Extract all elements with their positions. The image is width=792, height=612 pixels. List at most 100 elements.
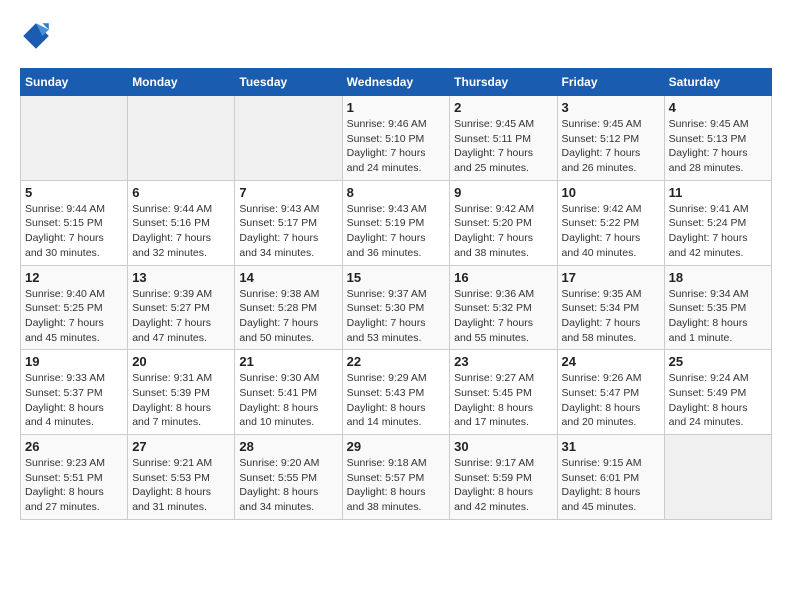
calendar-cell xyxy=(128,96,235,181)
calendar-cell: 13Sunrise: 9:39 AM Sunset: 5:27 PM Dayli… xyxy=(128,265,235,350)
calendar-week-row: 12Sunrise: 9:40 AM Sunset: 5:25 PM Dayli… xyxy=(21,265,772,350)
day-info: Sunrise: 9:17 AM Sunset: 5:59 PM Dayligh… xyxy=(454,456,552,515)
weekday-header: Tuesday xyxy=(235,69,342,96)
weekday-header: Monday xyxy=(128,69,235,96)
day-info: Sunrise: 9:44 AM Sunset: 5:15 PM Dayligh… xyxy=(25,202,123,261)
day-number: 29 xyxy=(347,439,446,454)
day-number: 15 xyxy=(347,270,446,285)
weekday-header: Wednesday xyxy=(342,69,450,96)
calendar-cell: 23 Sunrise: 9:27 AM Sunset: 5:45 PM Dayli… xyxy=(450,350,557,435)
calendar-cell: 4Sunrise: 9:45 AM Sunset: 5:13 PM Daylig… xyxy=(664,96,771,181)
day-number: 17 xyxy=(562,270,660,285)
day-number: 28 xyxy=(239,439,337,454)
day-info: Sunrise: 9:46 AM Sunset: 5:10 PM Dayligh… xyxy=(347,117,446,176)
calendar-cell: 16Sunrise: 9:36 AM Sunset: 5:32 PM Dayli… xyxy=(450,265,557,350)
day-number: 7 xyxy=(239,185,337,200)
calendar-cell: 14Sunrise: 9:38 AM Sunset: 5:28 PM Dayli… xyxy=(235,265,342,350)
calendar-cell: 20Sunrise: 9:31 AM Sunset: 5:39 PM Dayli… xyxy=(128,350,235,435)
calendar-table: SundayMondayTuesdayWednesdayThursdayFrid… xyxy=(20,68,772,520)
day-info: Sunrise: 9:21 AM Sunset: 5:53 PM Dayligh… xyxy=(132,456,230,515)
calendar-cell: 29 Sunrise: 9:18 AM Sunset: 5:57 PM Dayli… xyxy=(342,435,450,520)
day-number: 20 xyxy=(132,354,230,369)
weekday-header: Saturday xyxy=(664,69,771,96)
day-info: Sunrise: 9:30 AM Sunset: 5:41 PM Dayligh… xyxy=(239,371,337,430)
day-number: 14 xyxy=(239,270,337,285)
weekday-header: Thursday xyxy=(450,69,557,96)
day-info: Sunrise: 9:44 AM Sunset: 5:16 PM Dayligh… xyxy=(132,202,230,261)
day-info: Sunrise: 9:43 AM Sunset: 5:17 PM Dayligh… xyxy=(239,202,337,261)
page-header xyxy=(20,20,772,52)
day-info: Sunrise: 9:40 AM Sunset: 5:25 PM Dayligh… xyxy=(25,287,123,346)
calendar-cell: 12Sunrise: 9:40 AM Sunset: 5:25 PM Dayli… xyxy=(21,265,128,350)
day-number: 26 xyxy=(25,439,123,454)
calendar-cell: 10 Sunrise: 9:42 AM Sunset: 5:22 PM Dayli… xyxy=(557,180,664,265)
day-number: 5 xyxy=(25,185,123,200)
day-info: Sunrise: 9:26 AM Sunset: 5:47 PM Dayligh… xyxy=(562,371,660,430)
day-info: Sunrise: 9:43 AM Sunset: 5:19 PM Dayligh… xyxy=(347,202,446,261)
weekday-header: Sunday xyxy=(21,69,128,96)
calendar-cell: 8 Sunrise: 9:43 AM Sunset: 5:19 PM Daylig… xyxy=(342,180,450,265)
calendar-cell: 11 Sunrise: 9:41 AM Sunset: 5:24 PM Dayli… xyxy=(664,180,771,265)
calendar-cell: 30 Sunrise: 9:17 AM Sunset: 5:59 PM Dayli… xyxy=(450,435,557,520)
day-number: 30 xyxy=(454,439,552,454)
logo xyxy=(20,20,56,52)
logo-icon xyxy=(20,20,52,52)
day-number: 8 xyxy=(347,185,446,200)
day-number: 21 xyxy=(239,354,337,369)
calendar-cell: 7 Sunrise: 9:43 AM Sunset: 5:17 PM Daylig… xyxy=(235,180,342,265)
day-info: Sunrise: 9:23 AM Sunset: 5:51 PM Dayligh… xyxy=(25,456,123,515)
weekday-header: Friday xyxy=(557,69,664,96)
calendar-cell: 22Sunrise: 9:29 AM Sunset: 5:43 PM Dayli… xyxy=(342,350,450,435)
day-number: 2 xyxy=(454,100,552,115)
day-number: 11 xyxy=(669,185,767,200)
calendar-cell: 2 Sunrise: 9:45 AM Sunset: 5:11 PM Daylig… xyxy=(450,96,557,181)
day-number: 31 xyxy=(562,439,660,454)
calendar-cell: 15 Sunrise: 9:37 AM Sunset: 5:30 PM Dayli… xyxy=(342,265,450,350)
calendar-cell: 3Sunrise: 9:45 AM Sunset: 5:12 PM Daylig… xyxy=(557,96,664,181)
day-number: 25 xyxy=(669,354,767,369)
calendar-cell: 5 Sunrise: 9:44 AM Sunset: 5:15 PM Daylig… xyxy=(21,180,128,265)
day-info: Sunrise: 9:42 AM Sunset: 5:22 PM Dayligh… xyxy=(562,202,660,261)
day-number: 4 xyxy=(669,100,767,115)
calendar-cell: 25Sunrise: 9:24 AM Sunset: 5:49 PM Dayli… xyxy=(664,350,771,435)
day-info: Sunrise: 9:29 AM Sunset: 5:43 PM Dayligh… xyxy=(347,371,446,430)
calendar-cell xyxy=(235,96,342,181)
calendar-cell: 21 Sunrise: 9:30 AM Sunset: 5:41 PM Dayli… xyxy=(235,350,342,435)
day-number: 9 xyxy=(454,185,552,200)
day-number: 10 xyxy=(562,185,660,200)
calendar-cell xyxy=(664,435,771,520)
day-info: Sunrise: 9:35 AM Sunset: 5:34 PM Dayligh… xyxy=(562,287,660,346)
calendar-cell xyxy=(21,96,128,181)
day-info: Sunrise: 9:34 AM Sunset: 5:35 PM Dayligh… xyxy=(669,287,767,346)
day-info: Sunrise: 9:15 AM Sunset: 6:01 PM Dayligh… xyxy=(562,456,660,515)
day-number: 1 xyxy=(347,100,446,115)
calendar-cell: 24 Sunrise: 9:26 AM Sunset: 5:47 PM Dayli… xyxy=(557,350,664,435)
day-info: Sunrise: 9:33 AM Sunset: 5:37 PM Dayligh… xyxy=(25,371,123,430)
calendar-header-row: SundayMondayTuesdayWednesdayThursdayFrid… xyxy=(21,69,772,96)
day-number: 24 xyxy=(562,354,660,369)
day-info: Sunrise: 9:41 AM Sunset: 5:24 PM Dayligh… xyxy=(669,202,767,261)
calendar-cell: 17 Sunrise: 9:35 AM Sunset: 5:34 PM Dayli… xyxy=(557,265,664,350)
calendar-cell: 19 Sunrise: 9:33 AM Sunset: 5:37 PM Dayli… xyxy=(21,350,128,435)
day-number: 23 xyxy=(454,354,552,369)
day-info: Sunrise: 9:27 AM Sunset: 5:45 PM Dayligh… xyxy=(454,371,552,430)
day-number: 19 xyxy=(25,354,123,369)
day-number: 3 xyxy=(562,100,660,115)
day-number: 6 xyxy=(132,185,230,200)
calendar-cell: 1 Sunrise: 9:46 AM Sunset: 5:10 PM Daylig… xyxy=(342,96,450,181)
calendar-week-row: 26 Sunrise: 9:23 AM Sunset: 5:51 PM Dayli… xyxy=(21,435,772,520)
day-info: Sunrise: 9:37 AM Sunset: 5:30 PM Dayligh… xyxy=(347,287,446,346)
day-info: Sunrise: 9:18 AM Sunset: 5:57 PM Dayligh… xyxy=(347,456,446,515)
day-info: Sunrise: 9:45 AM Sunset: 5:11 PM Dayligh… xyxy=(454,117,552,176)
day-number: 27 xyxy=(132,439,230,454)
calendar-cell: 9Sunrise: 9:42 AM Sunset: 5:20 PM Daylig… xyxy=(450,180,557,265)
day-number: 16 xyxy=(454,270,552,285)
calendar-cell: 6 Sunrise: 9:44 AM Sunset: 5:16 PM Daylig… xyxy=(128,180,235,265)
calendar-cell: 18 Sunrise: 9:34 AM Sunset: 5:35 PM Dayli… xyxy=(664,265,771,350)
calendar-week-row: 5 Sunrise: 9:44 AM Sunset: 5:15 PM Daylig… xyxy=(21,180,772,265)
day-number: 18 xyxy=(669,270,767,285)
calendar-cell: 28Sunrise: 9:20 AM Sunset: 5:55 PM Dayli… xyxy=(235,435,342,520)
calendar-cell: 31 Sunrise: 9:15 AM Sunset: 6:01 PM Dayli… xyxy=(557,435,664,520)
calendar-week-row: 19 Sunrise: 9:33 AM Sunset: 5:37 PM Dayli… xyxy=(21,350,772,435)
day-number: 13 xyxy=(132,270,230,285)
